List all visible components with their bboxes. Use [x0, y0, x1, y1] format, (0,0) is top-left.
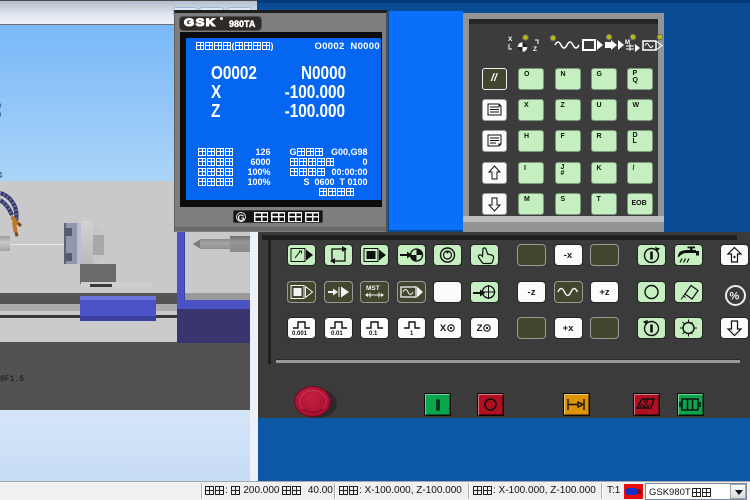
- svg-text:1: 1: [410, 331, 414, 336]
- svg-text:Z: Z: [533, 46, 537, 53]
- svg-text:0.01: 0.01: [331, 331, 343, 336]
- svg-text:MST: MST: [366, 285, 380, 292]
- svg-text:0.001: 0.001: [292, 331, 308, 336]
- svg-text:%: %: [729, 291, 739, 303]
- svg-text:X: X: [508, 36, 513, 43]
- svg-text:M: M: [625, 40, 630, 46]
- svg-text:0.1: 0.1: [369, 331, 378, 336]
